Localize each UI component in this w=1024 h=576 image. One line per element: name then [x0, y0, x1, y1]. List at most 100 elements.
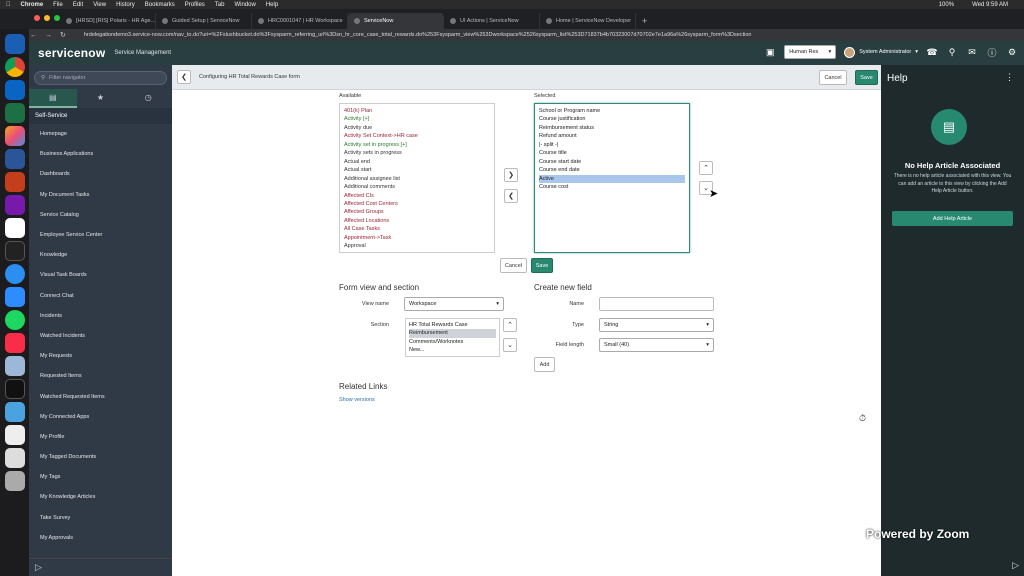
dock-app-icon[interactable] — [4, 34, 25, 54]
menu-profiles[interactable]: Profiles — [185, 2, 205, 8]
slushbucket-cancel-button[interactable]: Cancel — [500, 258, 527, 273]
url-field[interactable]: hrdelegationdemo3.service-now.com/nav_to… — [84, 32, 844, 38]
filter-navigator-input[interactable]: ⚲ Filter navigator — [34, 71, 167, 85]
available-field-option[interactable]: Affected CIs — [344, 192, 490, 200]
selected-field-option[interactable]: Course start date — [539, 158, 685, 166]
window-icon[interactable]: ▣ — [764, 47, 776, 58]
dock-outlook-icon[interactable] — [4, 80, 25, 100]
cancel-button[interactable]: Cancel — [819, 70, 847, 85]
dock-onenote-icon[interactable] — [4, 195, 25, 215]
nav-module-item[interactable]: Visual Task Boards — [29, 265, 172, 285]
available-field-option[interactable]: Activity due — [344, 124, 490, 132]
section-list[interactable]: HR Total Rewards Case Reimbursement Commen… — [405, 318, 500, 357]
back-button[interactable]: ❮ — [177, 70, 191, 84]
slushbucket-save-button[interactable]: Save — [531, 258, 553, 273]
menu-tab[interactable]: Tab — [215, 2, 225, 8]
browser-tab[interactable]: UI Actions | ServiceNow — [444, 13, 540, 29]
selected-field-option[interactable]: Refund amount — [539, 132, 685, 140]
minimize-window-icon[interactable] — [44, 15, 50, 21]
section-option[interactable]: New... — [409, 346, 496, 354]
available-field-option[interactable]: Affected Cost Centers — [344, 200, 490, 208]
browser-tab[interactable]: [HRSD] [RIS] Polaris - HR Age... — [60, 13, 156, 29]
dock-window-icon[interactable] — [4, 425, 25, 445]
dock-window-icon[interactable] — [4, 448, 25, 468]
tab-all-applications[interactable]: ▤ — [29, 89, 77, 108]
available-field-option[interactable]: All Case Tasks — [344, 225, 490, 233]
browser-tab[interactable]: Home | ServiceNow Developer — [540, 13, 636, 29]
nav-module-item[interactable]: Homepage — [29, 124, 172, 144]
dock-safari-icon[interactable] — [4, 264, 25, 284]
selected-field-option[interactable]: |- split -| — [539, 141, 685, 149]
tab-favorites[interactable]: ★ — [77, 89, 125, 108]
available-field-option[interactable]: Activity [+] — [344, 115, 490, 123]
dock-trash-icon[interactable] — [4, 471, 25, 491]
selected-field-option[interactable]: Course justification — [539, 115, 685, 123]
timer-icon[interactable]: ⏱ — [859, 413, 866, 424]
section-option[interactable]: Comments/Worknotes — [409, 338, 496, 346]
dock-folder-icon[interactable] — [4, 402, 25, 422]
maximize-window-icon[interactable] — [54, 15, 60, 21]
browser-tab-active[interactable]: ServiceNow — [348, 13, 444, 29]
user-menu[interactable]: System Administrator ▾ — [844, 46, 918, 58]
nav-module-item[interactable]: Connect Chat — [29, 286, 172, 306]
dock-music-icon[interactable] — [4, 333, 25, 353]
nav-section-self-service[interactable]: Self-Service — [29, 108, 172, 124]
menu-help[interactable]: Help — [266, 2, 278, 8]
view-name-select[interactable]: Workspace ▾ — [404, 297, 504, 311]
collapse-nav-icon[interactable]: ▷ — [35, 562, 42, 573]
selected-field-option[interactable]: Course title — [539, 149, 685, 157]
reload-icon[interactable]: ↻ — [60, 31, 66, 39]
chat-icon[interactable]: ✉ — [966, 47, 978, 58]
nav-module-item[interactable]: Dashboards — [29, 164, 172, 184]
nav-module-item[interactable]: Requested Items — [29, 366, 172, 386]
dock-slack-icon[interactable] — [4, 218, 25, 238]
available-field-option[interactable]: Affected Locations — [344, 217, 490, 225]
menu-chrome[interactable]: Chrome — [21, 2, 44, 8]
application-scope-select[interactable]: Human Res ▾ — [784, 45, 837, 59]
available-field-option[interactable]: Actual end — [344, 158, 490, 166]
more-options-icon[interactable]: ⋮ — [1005, 72, 1014, 83]
add-help-article-button[interactable]: Add Help Article — [892, 211, 1013, 226]
available-fields-list[interactable]: 401(k) Plan Activity [+] Activity due Activ… — [339, 103, 495, 253]
nav-module-item[interactable]: My Document Tasks — [29, 185, 172, 205]
nav-module-item[interactable]: Watched Incidents — [29, 326, 172, 346]
available-field-option[interactable]: Activity set in progress [+] — [344, 141, 490, 149]
nav-module-item[interactable]: My Tagged Documents — [29, 447, 172, 467]
show-versions-link[interactable]: Show versions — [339, 397, 375, 403]
nav-module-item[interactable]: My Tags — [29, 467, 172, 487]
available-field-option[interactable]: 401(k) Plan — [344, 107, 490, 115]
forward-arrow-icon[interactable]: → — [45, 32, 52, 39]
nav-module-item[interactable]: Employee Service Center — [29, 225, 172, 245]
available-field-option[interactable]: Actual start — [344, 166, 490, 174]
nav-module-item[interactable]: My Requests — [29, 346, 172, 366]
dock-preview-icon[interactable] — [4, 356, 25, 376]
dock-chrome-icon[interactable] — [4, 57, 25, 77]
nav-module-item[interactable]: My Approvals — [29, 528, 172, 548]
dock-excel-icon[interactable] — [4, 103, 25, 123]
available-field-option[interactable]: Appointment->Task — [344, 234, 490, 242]
field-type-select[interactable]: String ▾ — [599, 318, 714, 332]
servicenow-logo[interactable]: servicenow — [38, 46, 105, 60]
selected-fields-list[interactable]: School or Program name Course justificati… — [534, 103, 690, 253]
dock-powerpoint-icon[interactable] — [4, 172, 25, 192]
available-field-option[interactable]: Activity Set Context->HR case — [344, 132, 490, 140]
available-field-option[interactable]: Affected Groups — [344, 208, 490, 216]
section-option[interactable]: Reimbursement — [409, 329, 496, 338]
nav-module-item[interactable]: Watched Requested Items — [29, 386, 172, 406]
expand-panel-icon[interactable]: ▷ — [1012, 560, 1019, 571]
remove-field-button[interactable]: ❮ — [504, 189, 518, 203]
gear-icon[interactable]: ⚙ — [1006, 47, 1018, 58]
menu-view[interactable]: View — [93, 2, 106, 8]
section-option[interactable]: HR Total Rewards Case — [409, 321, 496, 329]
phone-icon[interactable]: ☎ — [926, 47, 938, 58]
dock-zoom-icon[interactable] — [4, 287, 25, 307]
dock-word-icon[interactable] — [4, 149, 25, 169]
selected-field-option[interactable]: School or Program name — [539, 107, 685, 115]
field-length-select[interactable]: Small (40) ▾ — [599, 338, 714, 352]
menu-file[interactable]: File — [53, 2, 63, 8]
nav-module-item[interactable]: Business Applications — [29, 144, 172, 164]
selected-field-option[interactable]: Active — [539, 174, 685, 184]
browser-tab[interactable]: HRC0001047 | HR Workspace — [252, 13, 348, 29]
apple-icon[interactable]:  — [6, 2, 11, 8]
selected-field-option[interactable]: Course end date — [539, 166, 685, 174]
